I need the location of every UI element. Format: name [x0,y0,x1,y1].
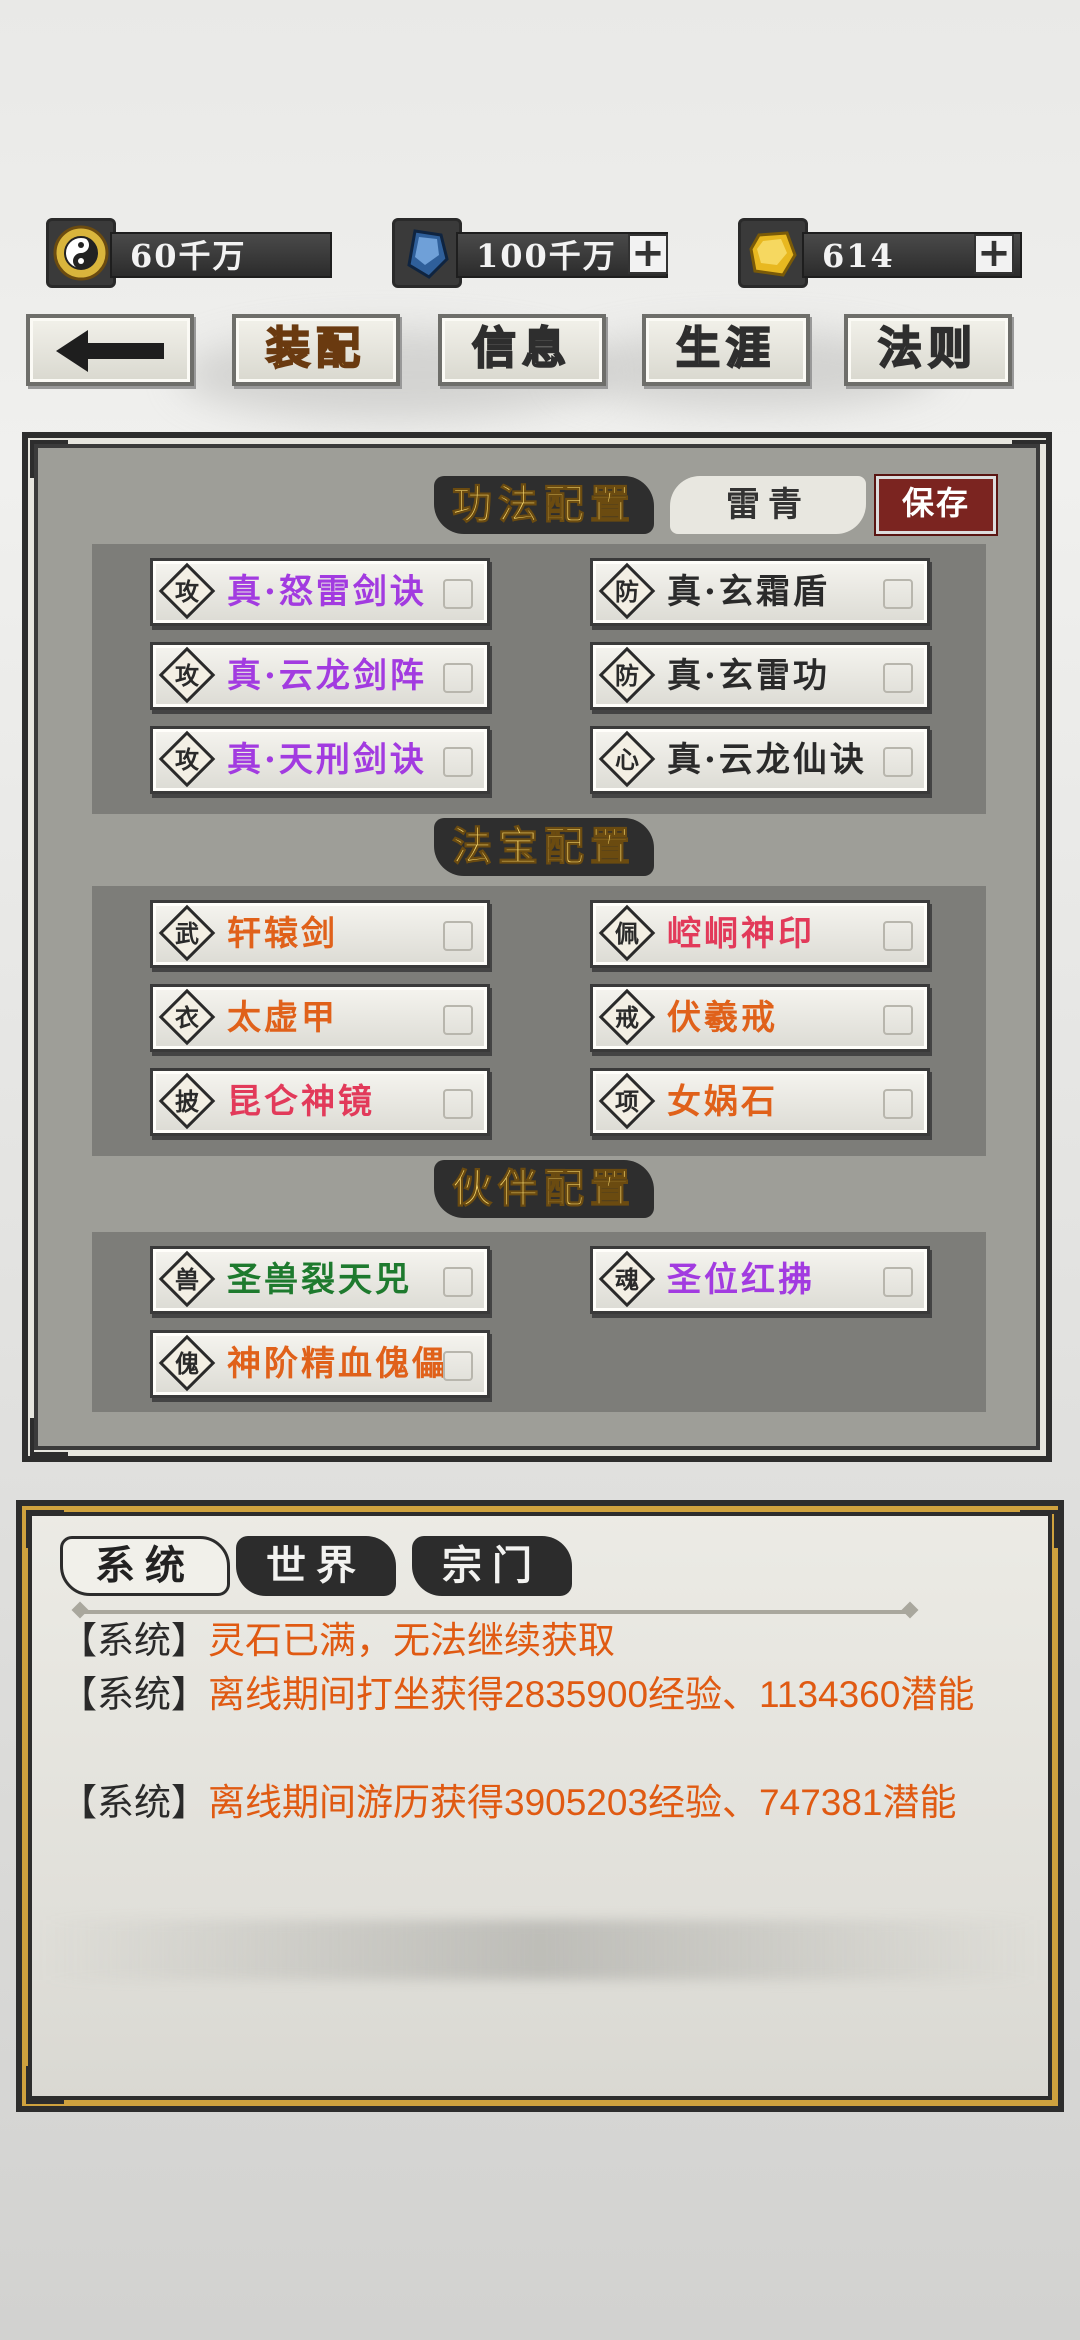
slot-item-name: 真·云龙剑阵 [227,656,427,696]
slot-item-name: 真·怒雷剑诀 [227,572,427,612]
chat-message: 【系统】离线期间游历获得3905203经验、747381潜能 [60,1776,990,1830]
tab-equip[interactable]: 装配 [232,314,400,386]
slot-item-name: 女娲石 [667,1082,778,1122]
slot-ornament-icon [883,747,913,777]
chat-message: 【系统】灵石已满，无法继续获取 [60,1614,990,1668]
partner-slot[interactable]: 兽圣兽裂天兕 [150,1246,490,1314]
partner-slot[interactable]: 傀神阶精血傀儡 [150,1330,490,1398]
treasure-slot[interactable]: 披昆仑神镜 [150,1068,490,1136]
slot-type-label: 心 [615,745,639,774]
slot-ornament-icon [443,663,473,693]
message-text: 离线期间游历获得3905203经验、747381潜能 [208,1782,957,1823]
skill-set-name[interactable]: 雷青 [670,476,866,534]
slot-item-name: 太虚甲 [227,998,338,1038]
partner-slot[interactable]: 魂圣位红拂 [590,1246,930,1314]
slot-item-name: 神阶精血傀儡 [227,1344,449,1384]
message-prefix: 【系统】 [60,1782,208,1823]
crystal-icon [392,218,462,288]
slot-item-name: 昆仑神镜 [227,1082,375,1122]
slot-ornament-icon [883,1005,913,1035]
ink-mist-decoration [40,1920,1040,1980]
chat-tab-world[interactable]: 世界 [236,1536,396,1596]
back-arrow-icon [56,330,164,372]
treasures-section-title: 法宝配置 [434,818,654,876]
slot-ornament-icon [883,1089,913,1119]
slot-type-label: 佩 [615,919,639,948]
slot-item-name: 真·天刑剑诀 [227,740,427,780]
message-prefix: 【系统】 [60,1674,208,1715]
treasure-slot[interactable]: 衣太虚甲 [150,984,490,1052]
skill-slot[interactable]: 防真·玄霜盾 [590,558,930,626]
slot-item-name: 真·玄雷功 [667,656,830,696]
treasure-slot[interactable]: 佩崆峒神印 [590,900,930,968]
corner-ornament [26,2066,64,2104]
slot-type-label: 攻 [175,577,199,606]
slot-ornament-icon [883,1267,913,1297]
partners-section-title: 伙伴配置 [434,1160,654,1218]
slot-ornament-icon [883,663,913,693]
message-prefix: 【系统】 [60,1620,208,1661]
chat-message: 【系统】离线期间打坐获得2835900经验、1134360潜能 [60,1668,990,1722]
add-gold-button[interactable]: + [974,233,1014,274]
slot-item-name: 轩辕剑 [227,914,338,954]
skills-section-title: 功法配置 [434,476,654,534]
slot-ornament-icon [443,579,473,609]
treasure-slot[interactable]: 戒伏羲戒 [590,984,930,1052]
yinyang-icon [46,218,116,288]
save-button[interactable]: 保存 [874,474,998,536]
slot-item-name: 伏羲戒 [667,998,778,1038]
slot-type-label: 戒 [615,1003,639,1032]
chat-tab-system[interactable]: 系统 [60,1536,230,1596]
skill-slot[interactable]: 心真·云龙仙诀 [590,726,930,794]
slot-type-label: 防 [615,577,639,606]
slot-type-label: 衣 [175,1003,199,1032]
slot-type-label: 武 [175,919,199,948]
message-text: 灵石已满，无法继续获取 [208,1620,615,1661]
gold-ingot-icon [738,218,808,288]
slot-ornament-icon [443,1005,473,1035]
slot-ornament-icon [443,747,473,777]
slot-item-name: 圣兽裂天兕 [227,1260,412,1300]
slot-type-label: 魂 [615,1265,639,1294]
slot-type-label: 攻 [175,745,199,774]
treasure-slot[interactable]: 武轩辕剑 [150,900,490,968]
tab-rules[interactable]: 法则 [844,314,1012,386]
slot-item-name: 圣位红拂 [667,1260,815,1300]
treasure-slot[interactable]: 项女娲石 [590,1068,930,1136]
slot-ornament-icon [443,921,473,951]
skill-slot[interactable]: 攻真·云龙剑阵 [150,642,490,710]
back-button[interactable] [26,314,194,386]
add-crystal-button[interactable]: + [628,233,668,274]
slot-type-label: 项 [615,1087,639,1116]
tab-career[interactable]: 生涯 [642,314,810,386]
slot-type-label: 披 [175,1087,199,1116]
corner-ornament [26,1510,64,1548]
chat-tab-sect[interactable]: 宗门 [412,1536,572,1596]
slot-type-label: 防 [615,661,639,690]
slot-item-name: 真·云龙仙诀 [667,740,867,780]
slot-ornament-icon [883,579,913,609]
slot-ornament-icon [883,921,913,951]
skill-slot[interactable]: 防真·玄雷功 [590,642,930,710]
slot-item-name: 崆峒神印 [667,914,815,954]
tab-info[interactable]: 信息 [438,314,606,386]
corner-ornament [30,1418,68,1456]
corner-ornament [1020,1510,1058,1548]
skill-slot[interactable]: 攻真·天刑剑诀 [150,726,490,794]
slot-type-label: 兽 [175,1265,199,1294]
slot-type-label: 傀 [175,1349,199,1378]
corner-ornament [1012,440,1050,478]
corner-ornament [30,440,68,478]
skill-slot[interactable]: 攻真·怒雷剑诀 [150,558,490,626]
slot-type-label: 攻 [175,661,199,690]
slot-ornament-icon [443,1351,473,1381]
message-text: 离线期间打坐获得2835900经验、1134360潜能 [208,1674,975,1715]
slot-item-name: 真·玄霜盾 [667,572,830,612]
slot-ornament-icon [443,1089,473,1119]
yinyang-amount: 60千万 [110,232,332,278]
slot-ornament-icon [443,1267,473,1297]
